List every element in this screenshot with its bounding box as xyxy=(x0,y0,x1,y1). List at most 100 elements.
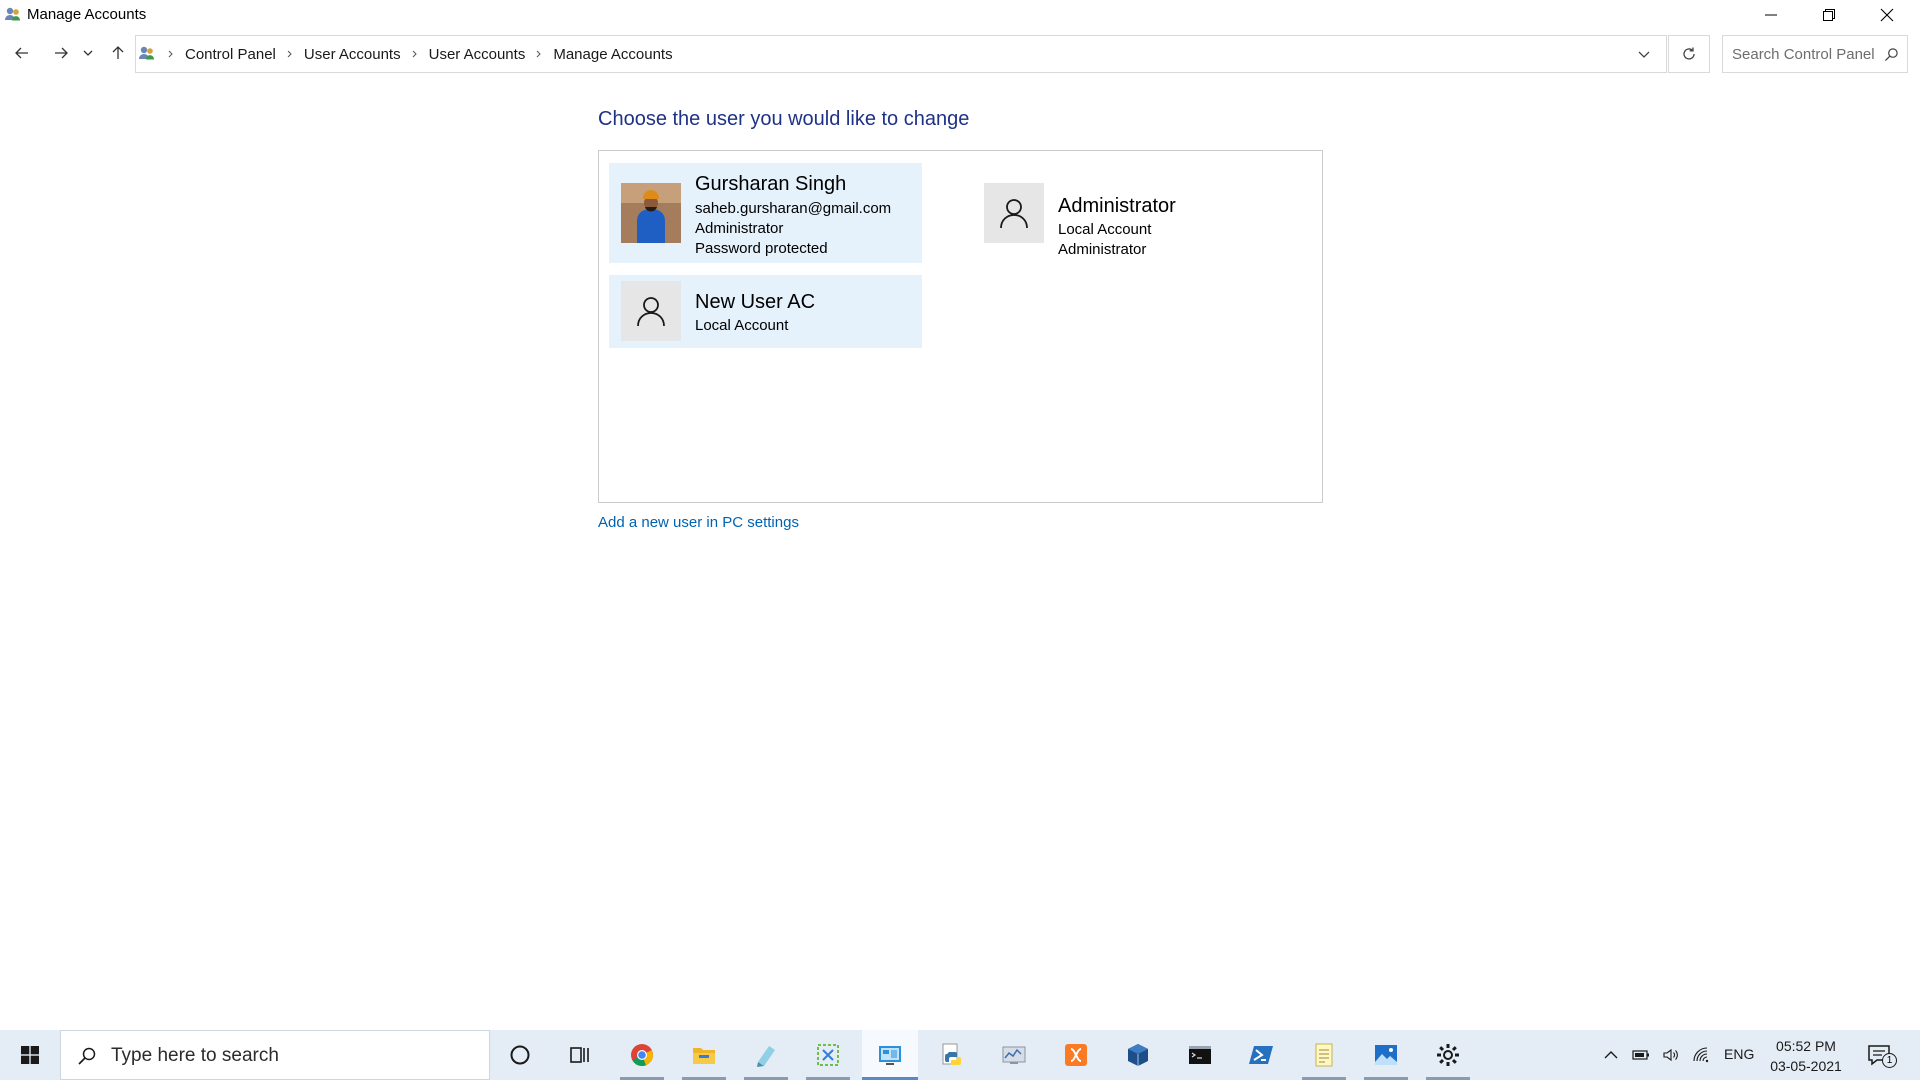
wifi-icon xyxy=(1693,1047,1709,1063)
close-icon xyxy=(1880,8,1894,22)
taskbar-app-command-prompt[interactable] xyxy=(1172,1030,1228,1080)
search-icon xyxy=(1884,47,1899,62)
taskbar-app-file-explorer[interactable] xyxy=(676,1030,732,1080)
window-title: Manage Accounts xyxy=(27,6,147,23)
speaker-icon xyxy=(1663,1048,1678,1062)
chevron-right-icon[interactable] xyxy=(162,36,180,72)
chevron-up-icon xyxy=(1604,1051,1618,1059)
clock[interactable]: 05:52 PM 03-05-2021 xyxy=(1768,1036,1844,1076)
arrow-up-icon xyxy=(112,46,124,59)
notification-count-badge: 1 xyxy=(1882,1053,1897,1068)
breadcrumb-control-panel[interactable]: Control Panel xyxy=(180,46,281,63)
cortana-icon xyxy=(510,1045,530,1065)
chevron-down-icon xyxy=(83,50,93,56)
user-list-panel: Gursharan Singh saheb.gursharan@gmail.co… xyxy=(598,150,1323,503)
show-hidden-icons-button[interactable] xyxy=(1601,1045,1621,1065)
avatar xyxy=(621,183,681,243)
arrow-left-icon xyxy=(15,47,28,59)
battery-icon xyxy=(1632,1050,1649,1060)
taskbar-app-virtualbox[interactable] xyxy=(1110,1030,1166,1080)
forward-button[interactable] xyxy=(49,41,73,65)
resource-monitor-icon xyxy=(1002,1046,1026,1064)
user-card-gursharan-singh[interactable]: Gursharan Singh saheb.gursharan@gmail.co… xyxy=(609,163,922,263)
chevron-right-icon[interactable] xyxy=(406,36,424,72)
address-dropdown-button[interactable] xyxy=(1636,46,1652,62)
refresh-icon xyxy=(1683,47,1695,60)
breadcrumb-user-accounts-sub[interactable]: User Accounts xyxy=(424,46,531,63)
command-prompt-icon xyxy=(1189,1046,1211,1064)
avatar xyxy=(984,183,1044,243)
taskbar-app-xampp[interactable] xyxy=(1048,1030,1104,1080)
windows-logo-icon xyxy=(21,1046,39,1064)
user-card-new-user-ac[interactable]: New User AC Local Account xyxy=(609,275,922,348)
avatar xyxy=(621,281,681,341)
user-name: Gursharan Singh xyxy=(695,173,847,195)
add-new-user-link[interactable]: Add a new user in PC settings xyxy=(598,514,799,531)
user-account-type: Local Account xyxy=(1058,221,1152,238)
chevron-right-icon[interactable] xyxy=(530,36,548,72)
settings-icon xyxy=(1437,1044,1459,1066)
clock-time: 05:52 PM xyxy=(1776,1038,1836,1054)
restore-icon xyxy=(1823,9,1835,21)
clock-date: 03-05-2021 xyxy=(1770,1058,1842,1074)
taskbar-app-chrome[interactable] xyxy=(614,1030,670,1080)
cortana-button[interactable] xyxy=(492,1030,548,1080)
photos-icon xyxy=(1375,1045,1397,1065)
chevron-down-icon xyxy=(1638,51,1650,58)
restore-button[interactable] xyxy=(1800,0,1858,30)
user-accounts-icon xyxy=(4,5,22,23)
taskbar-app-settings[interactable] xyxy=(1420,1030,1476,1080)
arrow-right-icon xyxy=(55,47,68,59)
user-account-type: Local Account xyxy=(695,317,789,334)
address-bar[interactable]: Control Panel User Accounts User Account… xyxy=(135,35,1667,73)
taskbar-app-notepad-plus[interactable] xyxy=(738,1030,794,1080)
up-button[interactable] xyxy=(106,41,130,65)
taskbar-app-photos[interactable] xyxy=(1358,1030,1414,1080)
powershell-icon xyxy=(1249,1046,1273,1064)
task-view-icon xyxy=(570,1047,589,1063)
minimize-icon xyxy=(1765,14,1777,16)
breadcrumb: Control Panel User Accounts User Account… xyxy=(162,36,678,72)
back-button[interactable] xyxy=(10,41,34,65)
user-accounts-icon xyxy=(138,44,158,64)
taskbar-app-notepad[interactable] xyxy=(1296,1030,1352,1080)
taskbar-app-powershell[interactable] xyxy=(1234,1030,1290,1080)
volume-button[interactable] xyxy=(1661,1045,1681,1065)
python-icon xyxy=(942,1043,961,1065)
search-placeholder: Search Control Panel xyxy=(1732,46,1875,63)
user-card-administrator[interactable]: Administrator Local Account Administrato… xyxy=(972,163,1285,263)
recent-locations-button[interactable] xyxy=(80,41,96,65)
taskbar-app-snipping-tool[interactable] xyxy=(800,1030,856,1080)
taskbar: Type here to search ENG 05:52 PM 03-05-2… xyxy=(0,1030,1920,1080)
virtualbox-icon xyxy=(1128,1044,1148,1066)
control-panel-icon xyxy=(879,1046,901,1065)
task-view-button[interactable] xyxy=(552,1030,608,1080)
taskbar-search-input[interactable]: Type here to search xyxy=(60,1030,490,1080)
refresh-button[interactable] xyxy=(1668,35,1710,73)
notepad-plus-icon xyxy=(757,1046,775,1067)
user-silhouette-icon xyxy=(637,297,665,327)
user-type: Administrator xyxy=(695,220,784,237)
manage-accounts-window: Manage Accounts Control Panel User Accou… xyxy=(0,0,1920,1030)
taskbar-app-python[interactable] xyxy=(924,1030,980,1080)
breadcrumb-user-accounts[interactable]: User Accounts xyxy=(299,46,406,63)
user-silhouette-icon xyxy=(1000,199,1028,229)
action-center-button[interactable]: 1 xyxy=(1866,1042,1897,1070)
input-language[interactable]: ENG xyxy=(1724,1046,1754,1062)
chevron-right-icon[interactable] xyxy=(281,36,299,72)
battery-button[interactable] xyxy=(1631,1045,1651,1065)
user-name: New User AC xyxy=(695,291,816,313)
taskbar-app-control-panel[interactable] xyxy=(862,1030,918,1080)
chrome-icon xyxy=(631,1044,653,1066)
user-status: Password protected xyxy=(695,240,828,257)
breadcrumb-manage-accounts[interactable]: Manage Accounts xyxy=(548,46,677,63)
search-icon xyxy=(77,1046,97,1066)
snipping-tool-icon xyxy=(817,1044,839,1066)
search-input[interactable]: Search Control Panel xyxy=(1722,35,1908,73)
start-button[interactable] xyxy=(0,1030,60,1080)
close-button[interactable] xyxy=(1858,0,1916,30)
title-bar: Manage Accounts xyxy=(0,0,1920,30)
network-button[interactable] xyxy=(1691,1045,1711,1065)
minimize-button[interactable] xyxy=(1742,0,1800,30)
taskbar-app-resource-monitor[interactable] xyxy=(986,1030,1042,1080)
